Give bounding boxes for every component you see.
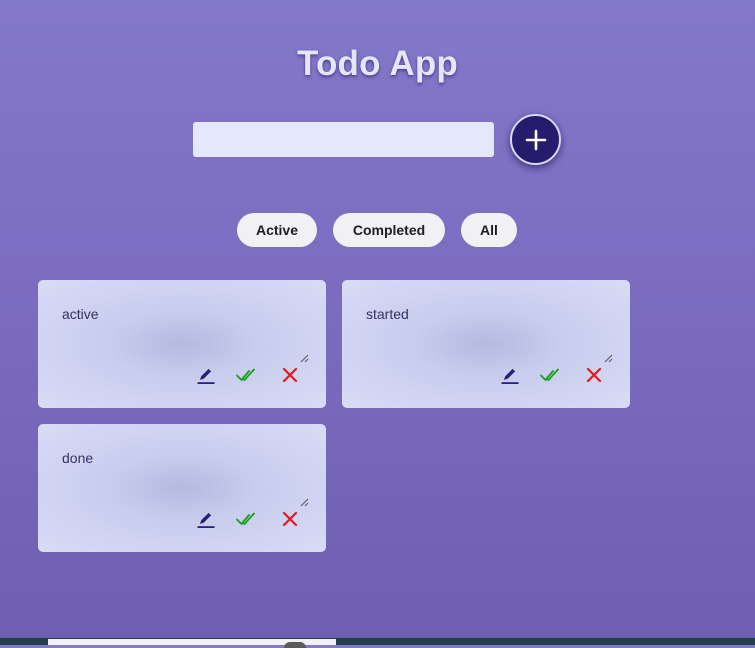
taskbar — [0, 638, 755, 645]
filter-completed-button[interactable]: Completed — [333, 213, 445, 247]
delete-icon[interactable] — [280, 509, 300, 529]
todo-app: Todo App Active Completed All active sta… — [0, 0, 755, 638]
add-todo-form — [0, 114, 755, 166]
todo-text[interactable]: started — [366, 306, 409, 322]
resize-grip-icon[interactable] — [299, 353, 309, 363]
resize-grip-icon[interactable] — [603, 353, 613, 363]
taskbar-avatar[interactable] — [284, 642, 306, 648]
new-todo-input[interactable] — [193, 122, 494, 157]
resize-grip-icon[interactable] — [299, 497, 309, 507]
complete-icon[interactable] — [540, 365, 560, 385]
filter-active-button[interactable]: Active — [237, 213, 317, 247]
todo-card: done — [38, 424, 326, 552]
edit-icon[interactable] — [500, 365, 520, 385]
complete-icon[interactable] — [236, 365, 256, 385]
todo-card: active — [38, 280, 326, 408]
page-title: Todo App — [297, 44, 458, 83]
todo-text[interactable]: done — [62, 450, 93, 466]
plus-icon — [525, 129, 546, 150]
todo-card: started — [342, 280, 630, 408]
filter-bar: Active Completed All — [0, 213, 755, 247]
filter-all-button[interactable]: All — [461, 213, 517, 247]
add-todo-button[interactable] — [510, 114, 561, 165]
complete-icon[interactable] — [236, 509, 256, 529]
todo-text[interactable]: active — [62, 306, 99, 322]
edit-icon[interactable] — [196, 509, 216, 529]
edit-icon[interactable] — [196, 365, 216, 385]
delete-icon[interactable] — [584, 365, 604, 385]
delete-icon[interactable] — [280, 365, 300, 385]
